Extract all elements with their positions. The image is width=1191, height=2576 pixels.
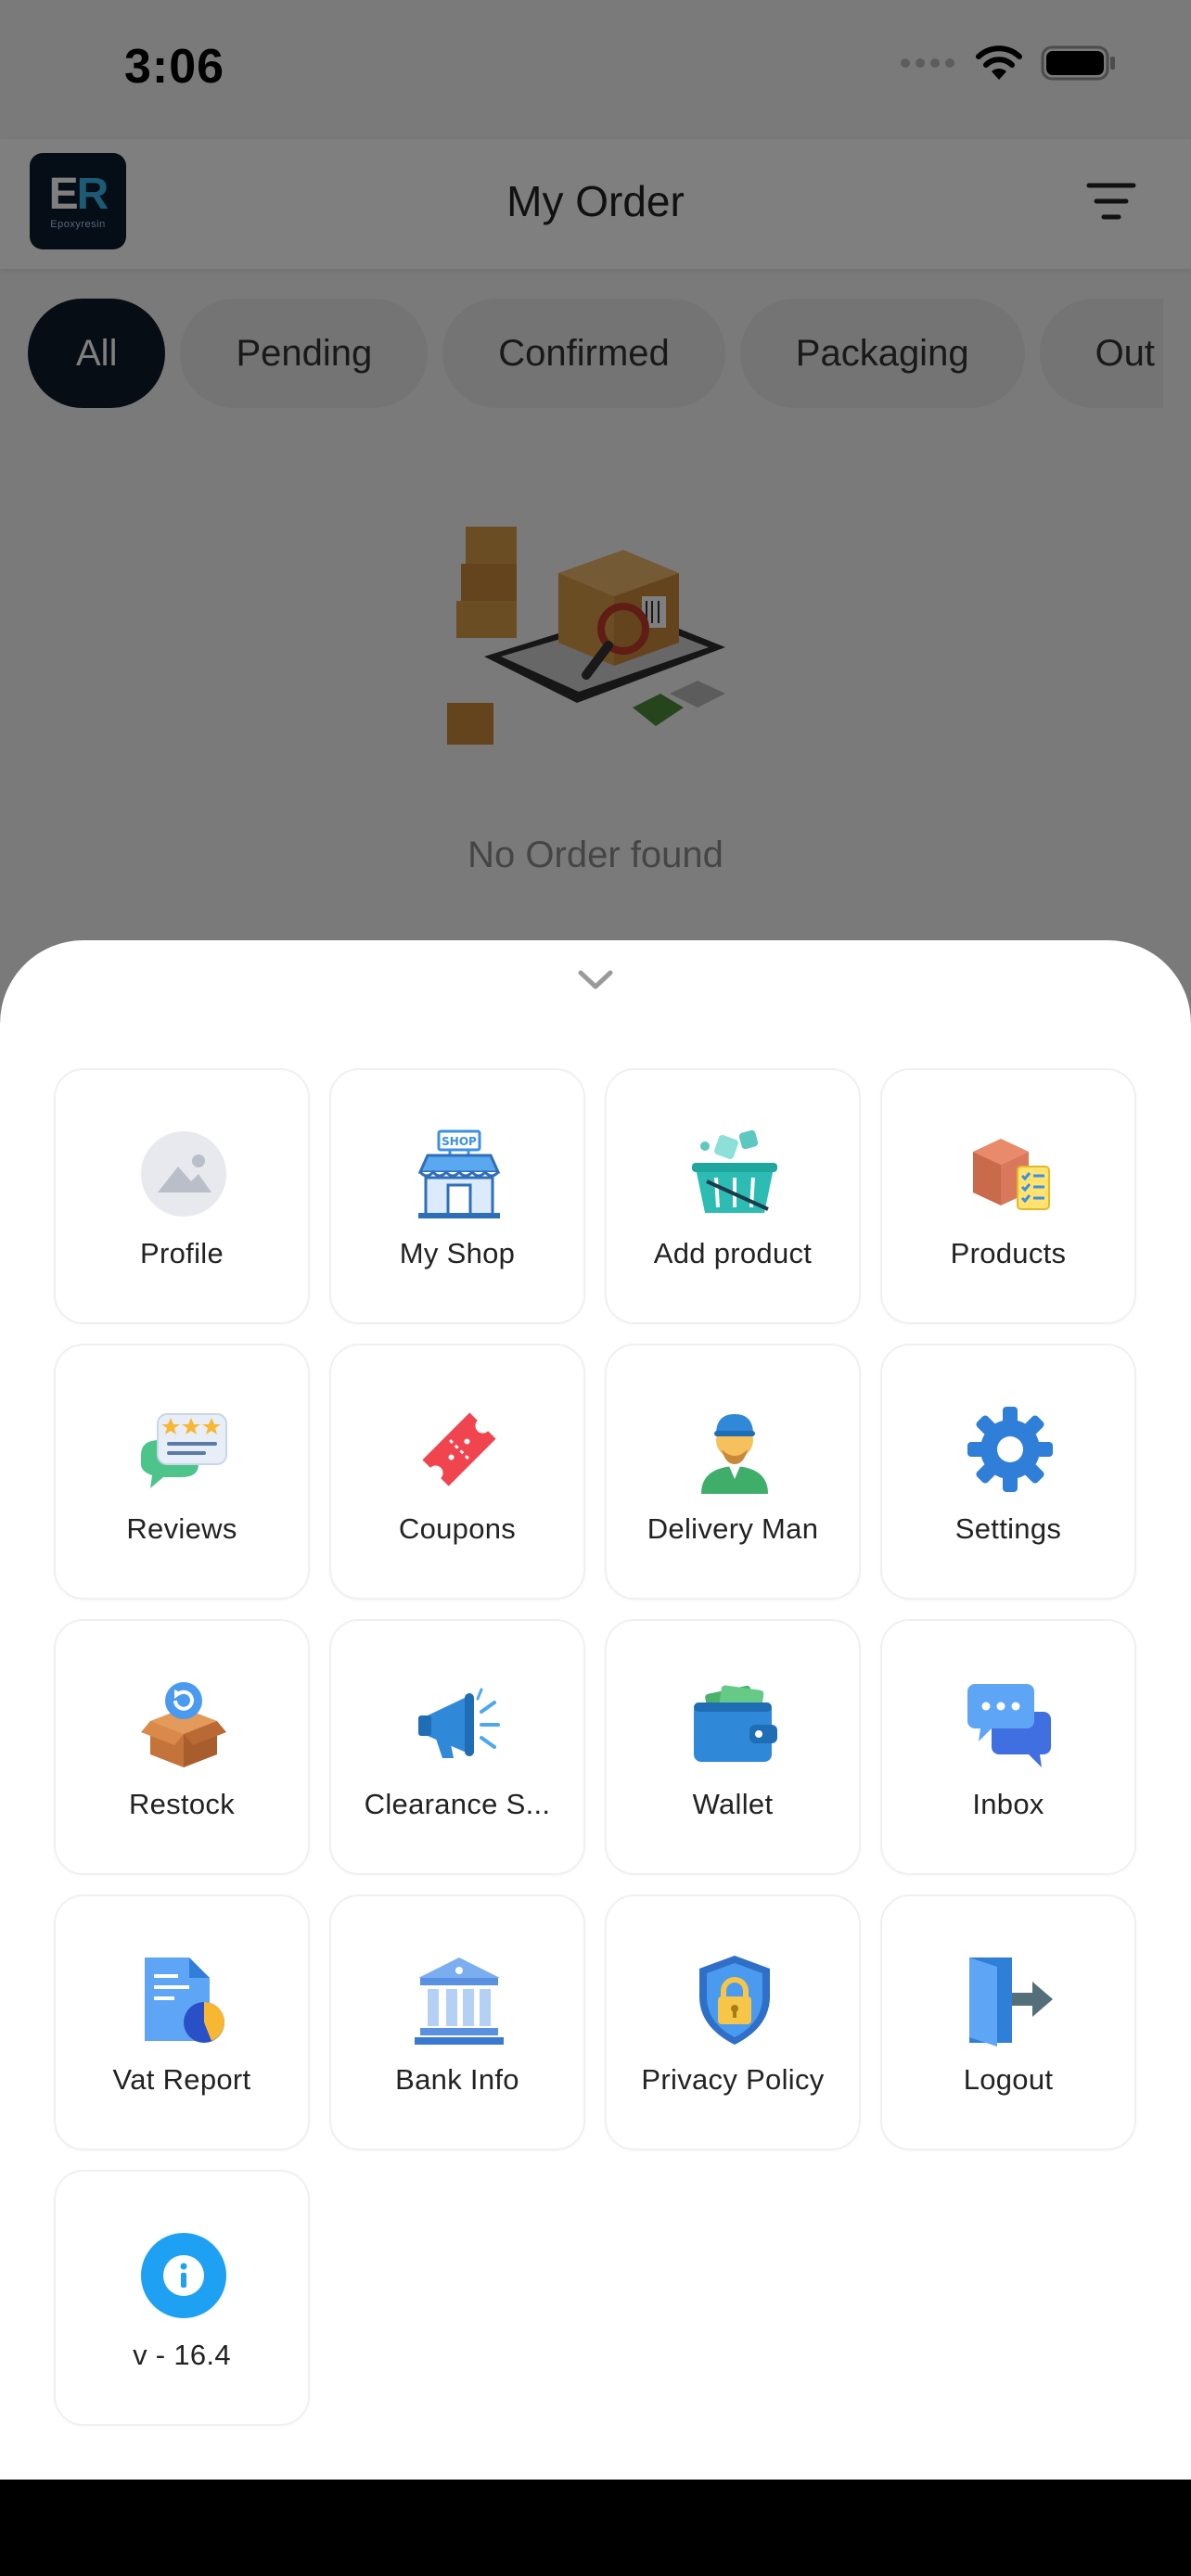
gear-icon — [964, 1403, 1057, 1496]
menu-item-label: Clearance S... — [364, 1788, 551, 1820]
reviews-icon — [137, 1403, 230, 1496]
menu-item-coupons[interactable]: Coupons — [329, 1344, 585, 1600]
menu-item-restock[interactable]: Restock — [54, 1619, 310, 1875]
menu-item-version[interactable]: v - 16.4 — [54, 2170, 310, 2426]
menu-item-delivery-man[interactable]: Delivery Man — [605, 1344, 861, 1600]
shop-icon: SHOP — [413, 1128, 506, 1220]
info-icon — [137, 2229, 230, 2322]
menu-item-label: Privacy Policy — [641, 2063, 825, 2096]
menu-item-settings[interactable]: Settings — [880, 1344, 1136, 1600]
image-placeholder-icon — [137, 1128, 230, 1220]
menu-item-privacy-policy[interactable]: Privacy Policy — [605, 1894, 861, 2150]
basket-icon — [688, 1128, 781, 1220]
version-label: v - 16.4 — [133, 2339, 231, 2371]
menu-item-label: Inbox — [972, 1788, 1044, 1820]
menu-item-reviews[interactable]: Reviews — [54, 1344, 310, 1600]
menu-item-label: Wallet — [692, 1788, 774, 1820]
menu-item-label: My Shop — [399, 1237, 516, 1269]
bank-icon — [413, 1954, 506, 2047]
svg-text:SHOP: SHOP — [442, 1135, 477, 1148]
menu-item-clearance-sale[interactable]: Clearance S... — [329, 1619, 585, 1875]
coupon-icon — [413, 1403, 506, 1496]
menu-bottom-sheet: Profile SHOP My Shop Add product Product… — [0, 940, 1191, 2480]
menu-item-bank-info[interactable]: Bank Info — [329, 1894, 585, 2150]
menu-item-label: Bank Info — [395, 2063, 519, 2096]
menu-item-vat-report[interactable]: Vat Report — [54, 1894, 310, 2150]
restock-icon — [137, 1678, 230, 1771]
menu-item-label: Add product — [653, 1237, 813, 1269]
menu-item-label: Delivery Man — [647, 1512, 819, 1545]
menu-item-logout[interactable]: Logout — [880, 1894, 1136, 2150]
menu-item-label: Restock — [128, 1788, 236, 1820]
home-indicator-area — [0, 2480, 1191, 2576]
report-icon — [137, 1954, 230, 2047]
menu-item-wallet[interactable]: Wallet — [605, 1619, 861, 1875]
logout-icon — [964, 1954, 1057, 2047]
menu-item-label: Profile — [140, 1237, 224, 1269]
menu-item-profile[interactable]: Profile — [54, 1068, 310, 1324]
menu-item-products[interactable]: Products — [880, 1068, 1136, 1324]
menu-item-label: Logout — [963, 2063, 1054, 2096]
chat-icon — [964, 1678, 1057, 1771]
menu-item-label: Products — [950, 1237, 1067, 1269]
menu-item-label: Vat Report — [112, 2063, 251, 2096]
menu-item-label: Reviews — [126, 1512, 237, 1545]
package-list-icon — [964, 1128, 1057, 1220]
menu-item-add-product[interactable]: Add product — [605, 1068, 861, 1324]
menu-item-label: Coupons — [398, 1512, 517, 1545]
delivery-man-icon — [688, 1403, 781, 1496]
menu-grid: Profile SHOP My Shop Add product Product… — [54, 1068, 1136, 2426]
shield-lock-icon — [688, 1954, 781, 2047]
chevron-down-icon[interactable] — [577, 968, 614, 992]
menu-item-label: Settings — [954, 1512, 1062, 1545]
megaphone-icon — [413, 1678, 506, 1771]
wallet-icon — [688, 1678, 781, 1771]
menu-item-inbox[interactable]: Inbox — [880, 1619, 1136, 1875]
menu-item-my-shop[interactable]: SHOP My Shop — [329, 1068, 585, 1324]
